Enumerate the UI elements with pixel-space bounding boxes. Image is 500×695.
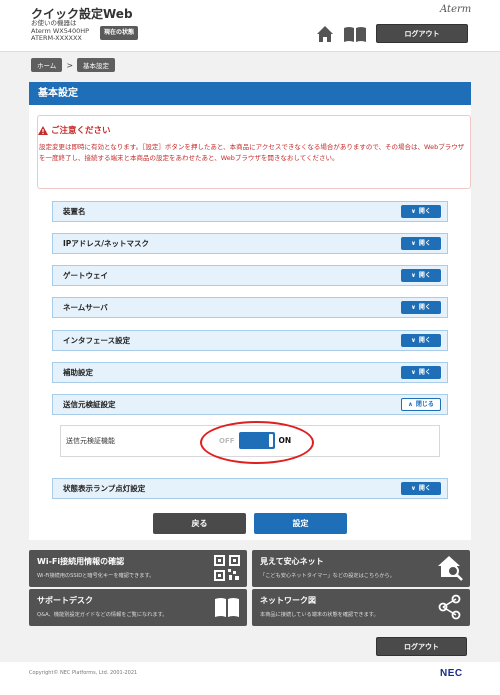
apply-button[interactable]: 設定 bbox=[254, 513, 347, 534]
close-button[interactable]: ∧ 閉じる bbox=[401, 398, 441, 411]
chevron-down-icon: ∨ bbox=[411, 485, 416, 492]
accordion-label: 状態表示ランプ点灯設定 bbox=[63, 484, 146, 493]
accordion-label: ゲートウェイ bbox=[63, 271, 108, 280]
aterm-logo: Aterm bbox=[440, 4, 472, 15]
accordion-label: 補助設定 bbox=[63, 368, 93, 377]
open-label: 開く bbox=[418, 369, 431, 376]
accordion-label: 装置名 bbox=[63, 207, 86, 216]
feature-label: 送信元検証機能 bbox=[66, 437, 115, 445]
accordion-label: IPアドレス/ネットマスク bbox=[63, 239, 150, 248]
open-button[interactable]: ∨ 開く bbox=[401, 205, 441, 218]
chevron-down-icon: ∨ bbox=[411, 208, 416, 215]
tile-support-desk[interactable]: サポートデスク Q&A、機能別設定ガイドなどの情報をご覧になれます。 bbox=[29, 589, 247, 626]
device-info: お使いの機器は Aterm WX5400HP ATERM-XXXXXX bbox=[31, 19, 89, 43]
footer-logout-button[interactable]: ログアウト bbox=[376, 637, 467, 656]
current-status-button[interactable]: 現在の状態 bbox=[100, 26, 138, 40]
accordion-source-verification[interactable]: 送信元検証設定 ∧ 閉じる bbox=[52, 394, 448, 415]
accordion-label: 送信元検証設定 bbox=[63, 400, 116, 409]
tile-wifi-info[interactable]: Wi-Fi接続用情報の確認 Wi-Fi接続用のSSIDと暗号化キーを確認できます… bbox=[29, 550, 247, 587]
tile-safe-net[interactable]: 見えて安心ネット 「こども安心ネットタイマー」などの設定はこちらから。 bbox=[252, 550, 470, 587]
tile-title: サポートデスク bbox=[37, 596, 93, 605]
open-label: 開く bbox=[418, 208, 431, 215]
breadcrumb: ホーム > 基本設定 bbox=[31, 58, 116, 72]
accordion-device-name[interactable]: 装置名 ∨ 開く bbox=[52, 201, 448, 222]
home-search-icon bbox=[438, 556, 463, 581]
open-label: 開く bbox=[418, 240, 431, 247]
accordion-gateway[interactable]: ゲートウェイ ∨ 開く bbox=[52, 265, 448, 286]
book-icon bbox=[215, 598, 239, 617]
open-label: 開く bbox=[418, 272, 431, 279]
footer bbox=[0, 662, 500, 695]
tile-title: ネットワーク図 bbox=[260, 596, 316, 605]
page-title: 基本設定 bbox=[29, 82, 471, 105]
tile-subtitle: Q&A、機能別設定ガイドなどの情報をご覧になれます。 bbox=[37, 612, 168, 618]
open-button[interactable]: ∨ 開く bbox=[401, 334, 441, 347]
tile-network-map[interactable]: ネットワーク図 本商品に接続している端末の状態を確認できます。 bbox=[252, 589, 470, 626]
manual-book-icon[interactable] bbox=[343, 26, 367, 42]
tile-subtitle: 「こども安心ネットタイマー」などの設定はこちらから。 bbox=[260, 573, 395, 579]
breadcrumb-home[interactable]: ホーム bbox=[31, 58, 63, 72]
chevron-down-icon: ∨ bbox=[411, 240, 416, 247]
tile-subtitle: 本商品に接続している端末の状態を確認できます。 bbox=[260, 612, 379, 618]
device-id: ATERM-XXXXXX bbox=[31, 34, 82, 42]
accordion-interface[interactable]: インタフェース設定 ∨ 開く bbox=[52, 330, 448, 351]
chevron-down-icon: ∨ bbox=[411, 337, 416, 344]
accordion-label: ネームサーバ bbox=[63, 303, 108, 312]
header: クイック設定Web お使いの機器は Aterm WX5400HP ATERM-X… bbox=[0, 0, 500, 52]
open-button[interactable]: ∨ 開く bbox=[401, 269, 441, 282]
logout-button[interactable]: ログアウト bbox=[376, 24, 468, 43]
warning-title: ご注意ください bbox=[51, 126, 111, 136]
accordion-name-server[interactable]: ネームサーバ ∨ 開く bbox=[52, 297, 448, 318]
tile-subtitle: Wi-Fi接続用のSSIDと暗号化キーを確認できます。 bbox=[37, 573, 155, 579]
chevron-down-icon: ∨ bbox=[411, 304, 416, 311]
open-button[interactable]: ∨ 開く bbox=[401, 237, 441, 250]
open-label: 開く bbox=[418, 304, 431, 311]
open-label: 開く bbox=[418, 337, 431, 344]
qr-code-icon bbox=[214, 555, 240, 581]
nec-logo: NEC bbox=[440, 668, 463, 679]
accordion-ip-netmask[interactable]: IPアドレス/ネットマスク ∨ 開く bbox=[52, 233, 448, 254]
tile-title: Wi-Fi接続用情報の確認 bbox=[37, 557, 125, 566]
accordion-auxiliary[interactable]: 補助設定 ∨ 開く bbox=[52, 362, 448, 383]
chevron-down-icon: ∨ bbox=[411, 369, 416, 376]
accordion-label: インタフェース設定 bbox=[63, 336, 131, 345]
back-button[interactable]: 戻る bbox=[153, 513, 246, 534]
open-label: 開く bbox=[418, 485, 431, 492]
breadcrumb-separator: > bbox=[66, 60, 74, 70]
home-icon[interactable] bbox=[316, 25, 334, 43]
close-label: 閉じる bbox=[415, 401, 434, 408]
chevron-up-icon: ∧ bbox=[408, 401, 413, 408]
open-button[interactable]: ∨ 開く bbox=[401, 482, 441, 495]
highlight-circle bbox=[200, 421, 314, 464]
warning-icon bbox=[38, 125, 48, 135]
warning-heading: ご注意ください bbox=[38, 124, 111, 136]
open-button[interactable]: ∨ 開く bbox=[401, 301, 441, 314]
chevron-down-icon: ∨ bbox=[411, 272, 416, 279]
tile-title: 見えて安心ネット bbox=[260, 557, 324, 566]
open-button[interactable]: ∨ 開く bbox=[401, 366, 441, 379]
warning-text: 設定変更は即時に有効となります。［設定］ボタンを押したあと、本商品にアクセスでき… bbox=[39, 143, 465, 162]
breadcrumb-current: 基本設定 bbox=[77, 58, 116, 72]
copyright: Copyright© NEC Platforms, Ltd. 2001-2021 bbox=[29, 670, 138, 676]
accordion-status-lamp[interactable]: 状態表示ランプ点灯設定 ∨ 開く bbox=[52, 478, 448, 499]
network-icon bbox=[438, 594, 461, 620]
